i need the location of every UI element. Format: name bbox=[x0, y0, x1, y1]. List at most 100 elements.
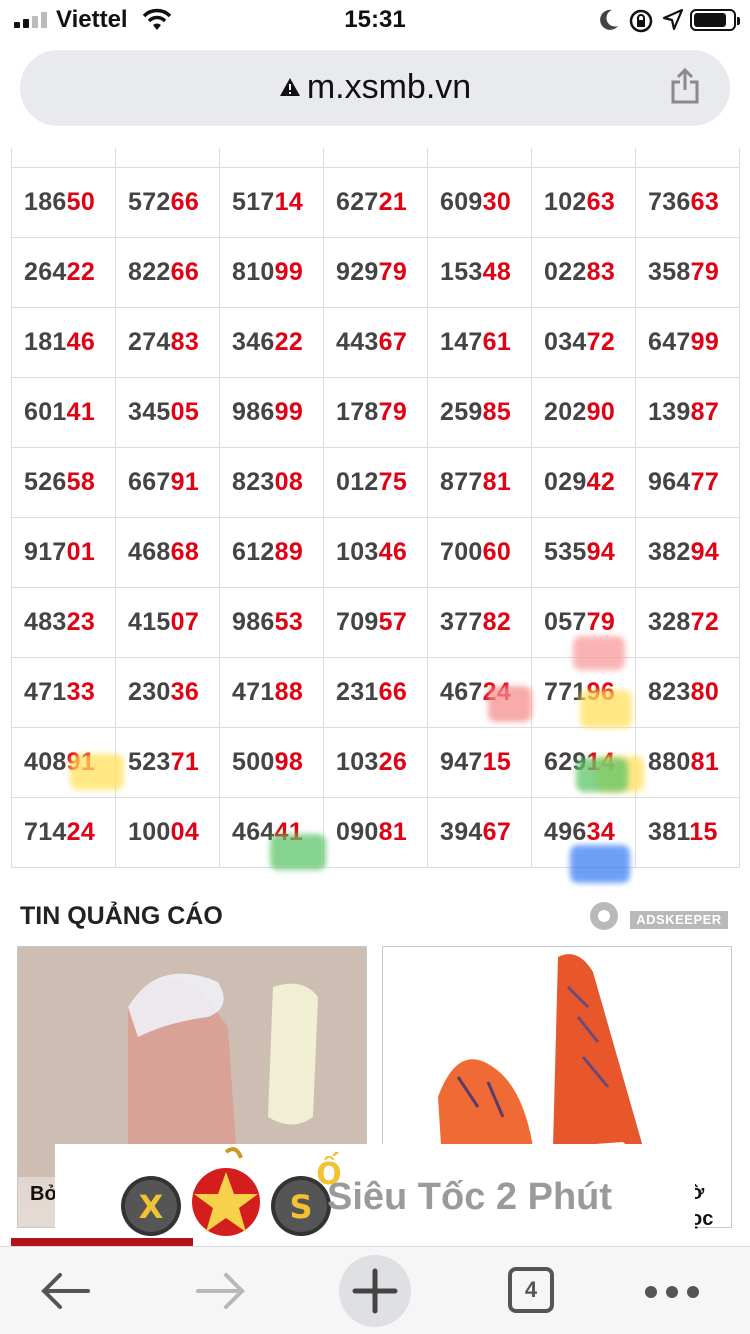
result-prefix: 377 bbox=[440, 607, 483, 636]
result-prefix: 443 bbox=[336, 327, 379, 356]
result-prefix: 346 bbox=[232, 327, 275, 356]
result-cell: 98699 bbox=[219, 376, 324, 448]
result-cell: 13987 bbox=[635, 376, 740, 448]
result-last-two-digits: 72 bbox=[586, 327, 616, 356]
url-bar[interactable]: m.xsmb.vn bbox=[20, 50, 730, 126]
table-row: 18650 57266 51714 62721 60930 10263 73663 bbox=[11, 166, 740, 238]
result-cell: 17879 bbox=[323, 376, 428, 448]
table-cell bbox=[531, 148, 636, 168]
result-prefix: 345 bbox=[128, 397, 171, 426]
result-cell: 52371 bbox=[115, 726, 220, 798]
result-cell: 96477 bbox=[635, 446, 740, 518]
result-prefix: 090 bbox=[336, 817, 379, 846]
result-cell: 53594 bbox=[531, 516, 636, 588]
result-prefix: 358 bbox=[648, 257, 691, 286]
table-row: 60141 34505 98699 17879 25985 20290 13987 bbox=[11, 376, 740, 448]
forward-arrow-icon[interactable] bbox=[196, 1271, 246, 1311]
result-prefix: 382 bbox=[648, 537, 691, 566]
result-last-two-digits: 79 bbox=[378, 397, 408, 426]
result-cell: 81099 bbox=[219, 236, 324, 308]
result-cell: 35879 bbox=[635, 236, 740, 308]
result-prefix: 181 bbox=[24, 327, 67, 356]
result-cell: 23166 bbox=[323, 656, 428, 728]
result-cell: 02942 bbox=[531, 446, 636, 518]
result-cell: 64799 bbox=[635, 306, 740, 378]
result-prefix: 714 bbox=[24, 817, 67, 846]
result-cell: 71424 bbox=[11, 796, 116, 868]
table-cell bbox=[115, 148, 220, 168]
result-cell: 37782 bbox=[427, 586, 532, 658]
result-prefix: 947 bbox=[440, 747, 483, 776]
result-cell: 20290 bbox=[531, 376, 636, 448]
result-cell: 25985 bbox=[427, 376, 532, 448]
ad-image-1 bbox=[18, 947, 366, 1177]
result-cell: 03472 bbox=[531, 306, 636, 378]
rotation-lock-icon bbox=[629, 9, 653, 33]
result-prefix: 381 bbox=[648, 817, 690, 846]
new-tab-button[interactable] bbox=[339, 1255, 411, 1327]
result-cell: 98653 bbox=[219, 586, 324, 658]
xoso-banner-ad[interactable]: X S Ố Siêu Tốc 2 Phút bbox=[55, 1144, 695, 1242]
result-cell: 82308 bbox=[219, 446, 324, 518]
back-arrow-icon[interactable] bbox=[40, 1271, 90, 1311]
result-cell: 34622 bbox=[219, 306, 324, 378]
result-prefix: 468 bbox=[128, 537, 171, 566]
result-prefix: 103 bbox=[336, 747, 379, 776]
result-prefix: 627 bbox=[336, 187, 379, 216]
moon-icon bbox=[600, 9, 618, 30]
result-last-two-digits: 66 bbox=[170, 257, 200, 286]
result-last-two-digits: 14 bbox=[274, 187, 304, 216]
adskeeper-badge[interactable]: ADSKEEPER bbox=[588, 900, 730, 934]
result-last-two-digits: 75 bbox=[378, 467, 408, 496]
result-cell: 10263 bbox=[531, 166, 636, 238]
table-row: 48323 41507 98653 70957 37782 05779 32872 bbox=[11, 586, 740, 658]
result-cell: 66791 bbox=[115, 446, 220, 518]
result-prefix: 500 bbox=[232, 747, 275, 776]
result-last-two-digits: 22 bbox=[66, 257, 96, 286]
result-prefix: 394 bbox=[440, 817, 483, 846]
result-cell: 92979 bbox=[323, 236, 428, 308]
logo-letter-s: S bbox=[289, 1188, 312, 1226]
result-last-two-digits: 63 bbox=[690, 187, 720, 216]
tab-count-button[interactable]: 4 bbox=[508, 1267, 554, 1313]
result-last-two-digits: 85 bbox=[482, 397, 512, 426]
share-icon[interactable] bbox=[670, 68, 700, 104]
result-cell: 94715 bbox=[427, 726, 532, 798]
result-prefix: 100 bbox=[128, 817, 171, 846]
result-last-two-digits: 98 bbox=[274, 747, 304, 776]
result-prefix: 572 bbox=[128, 187, 171, 216]
result-last-two-digits: 67 bbox=[378, 327, 408, 356]
result-last-two-digits: 99 bbox=[274, 257, 304, 286]
result-cell: 10346 bbox=[323, 516, 428, 588]
result-last-two-digits: 36 bbox=[170, 677, 200, 706]
result-last-two-digits: 68 bbox=[170, 537, 200, 566]
table-cell bbox=[11, 148, 116, 168]
result-cell: 27483 bbox=[115, 306, 220, 378]
result-last-two-digits: 87 bbox=[690, 397, 720, 426]
result-last-two-digits: 94 bbox=[690, 537, 720, 566]
result-cell: 47188 bbox=[219, 656, 324, 728]
result-prefix: 029 bbox=[544, 467, 587, 496]
more-menu-icon[interactable] bbox=[644, 1285, 700, 1299]
result-prefix: 274 bbox=[128, 327, 171, 356]
result-prefix: 880 bbox=[648, 747, 691, 776]
result-prefix: 034 bbox=[544, 327, 587, 356]
result-prefix: 264 bbox=[24, 257, 67, 286]
result-last-two-digits: 22 bbox=[274, 327, 304, 356]
result-last-two-digits: 83 bbox=[586, 257, 616, 286]
status-bar: Viettel 15:31 bbox=[0, 0, 750, 40]
result-cell: 02283 bbox=[531, 236, 636, 308]
result-last-two-digits: 21 bbox=[378, 187, 408, 216]
result-prefix: 022 bbox=[544, 257, 587, 286]
result-last-two-digits: 72 bbox=[690, 607, 720, 636]
result-last-two-digits: 07 bbox=[170, 607, 200, 636]
result-prefix: 202 bbox=[544, 397, 587, 426]
result-prefix: 231 bbox=[336, 677, 379, 706]
result-prefix: 736 bbox=[648, 187, 691, 216]
result-cell: 18650 bbox=[11, 166, 116, 238]
result-prefix: 523 bbox=[128, 747, 171, 776]
result-cell: 60930 bbox=[427, 166, 532, 238]
result-cell: 38115 bbox=[635, 796, 740, 868]
result-last-two-digits: 83 bbox=[170, 327, 200, 356]
result-cell: 39467 bbox=[427, 796, 532, 868]
